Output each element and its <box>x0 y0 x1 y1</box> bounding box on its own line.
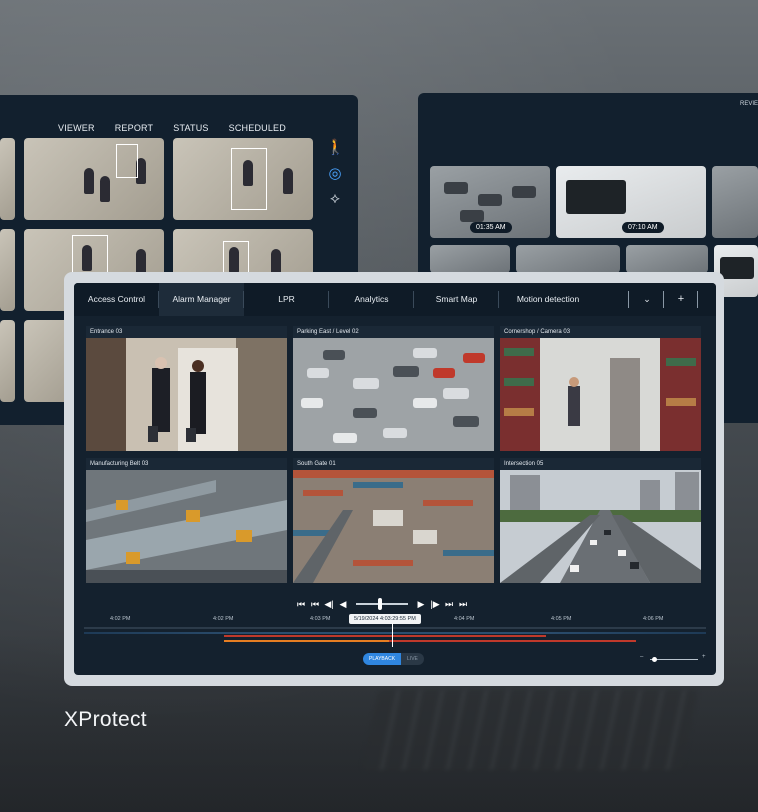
step-forward-icon[interactable]: |▶ <box>428 599 442 610</box>
camera-thumb <box>173 138 313 220</box>
camera-thumb <box>0 138 15 220</box>
camera-thumb: 07:10 AM <box>556 166 706 238</box>
skip-start-icon[interactable]: ⏮ <box>294 599 308 610</box>
camera-feed <box>293 470 494 583</box>
camera-feed <box>86 338 287 451</box>
camera-thumb <box>626 245 708 273</box>
camera-feed <box>500 338 701 451</box>
timestamp-badge: 01:35 AM <box>470 222 512 233</box>
live-mode-button[interactable]: LIVE <box>401 653 424 665</box>
tab-divider <box>697 291 698 308</box>
brand-title: XProtect <box>64 708 147 731</box>
rewind-icon[interactable]: ◀ <box>336 599 350 610</box>
skip-end-icon[interactable]: ⏭ <box>456 599 470 610</box>
tab-analytics[interactable]: Analytics <box>329 283 414 316</box>
tab-report[interactable]: REPORT <box>115 123 154 133</box>
add-tab-button[interactable]: + <box>668 283 694 316</box>
keyboard-image <box>361 690 699 770</box>
timeline-track[interactable] <box>84 632 706 634</box>
step-back-icon[interactable]: ◀| <box>322 599 336 610</box>
camera-label: Parking East / Level 02 <box>293 326 494 338</box>
camera-feed <box>500 470 701 583</box>
camera-thumb <box>24 138 164 220</box>
speed-slider[interactable] <box>356 598 408 610</box>
camera-thumb <box>0 229 15 311</box>
camera-thumb <box>430 245 510 273</box>
camera-thumb: 01:35 AM <box>430 166 550 238</box>
timeline-tick-label: 4:04 PM <box>454 616 475 622</box>
timeline-tick-label: 4:06 PM <box>643 616 664 622</box>
tab-scheduled[interactable]: SCHEDULED <box>229 123 286 133</box>
tab-smart-map[interactable]: Smart Map <box>414 283 499 316</box>
camera-tile[interactable]: Manufacturing Belt 03 <box>86 458 287 583</box>
timeline-zoom: – + <box>640 654 706 663</box>
review-link[interactable]: REVIE <box>740 101 758 107</box>
camera-label: Manufacturing Belt 03 <box>86 458 287 470</box>
tab-status[interactable]: STATUS <box>173 123 208 133</box>
camera-feed <box>293 338 494 451</box>
camera-tile[interactable]: Intersection 05 <box>500 458 701 583</box>
playback-mode-button[interactable]: PLAYBACK <box>363 653 402 665</box>
camera-label: Entrance 03 <box>86 326 287 338</box>
zoom-slider-handle[interactable] <box>652 657 657 662</box>
camera-label: South Gate 01 <box>293 458 494 470</box>
camera-tile[interactable]: Parking East / Level 02 <box>293 326 494 451</box>
zoom-in-button[interactable]: + <box>702 654 706 660</box>
camera-thumb <box>712 166 758 238</box>
playback-controls: ⏮ ⏮ ◀| ◀ ▶ |▶ ⏭ ⏭ <box>294 597 470 611</box>
timeline-event-bar[interactable] <box>224 635 546 637</box>
timestamp-badge: 07:10 AM <box>622 222 664 233</box>
tab-access-control[interactable]: Access Control <box>74 283 159 316</box>
camera-thumb <box>0 320 15 402</box>
timeline-tick-label: 4:05 PM <box>551 616 572 622</box>
camera-tile[interactable]: Cornershop / Camera 03 <box>500 326 701 451</box>
tab-lpr[interactable]: LPR <box>244 283 329 316</box>
tab-divider <box>663 291 664 308</box>
back-panel-tabs: VIEWER REPORT STATUS SCHEDULED <box>58 123 286 133</box>
timeline-event-bar[interactable] <box>224 640 636 642</box>
zoom-slider[interactable] <box>650 659 698 660</box>
camera-tile[interactable]: Entrance 03 <box>86 326 287 451</box>
main-window: Access Control Alarm Manager LPR Analyti… <box>74 283 716 675</box>
timeline-ruler[interactable] <box>84 627 706 629</box>
timeline-tick-label: 4:03 PM <box>310 616 331 622</box>
current-datetime: 5/19/2024 4:03:29:55 PM <box>349 614 421 624</box>
chevron-down-icon[interactable]: ⌄ <box>634 283 660 316</box>
camera-label: Intersection 05 <box>500 458 701 470</box>
tab-motion-detection[interactable]: Motion detection <box>499 283 597 316</box>
timeline-tick-label: 4:02 PM <box>213 616 234 622</box>
camera-feed <box>86 470 287 583</box>
camera-tile[interactable]: South Gate 01 <box>293 458 494 583</box>
face-detect-icon[interactable]: ◎ <box>326 164 344 190</box>
next-frame-icon[interactable]: ⏭ <box>442 599 456 610</box>
tab-alarm-manager[interactable]: Alarm Manager <box>159 283 244 316</box>
tab-divider <box>628 291 629 308</box>
mode-toggle: PLAYBACK LIVE <box>363 653 424 665</box>
zoom-out-button[interactable]: – <box>640 654 643 660</box>
play-icon[interactable]: ▶ <box>414 599 428 610</box>
tab-viewer[interactable]: VIEWER <box>58 123 95 133</box>
prev-frame-icon[interactable]: ⏮ <box>308 599 322 610</box>
camera-label: Cornershop / Camera 03 <box>500 326 701 338</box>
person-walking-icon[interactable]: 🚶 <box>326 138 345 164</box>
timeline-playhead[interactable] <box>392 623 393 647</box>
path-tracking-icon[interactable]: ⟡ <box>326 190 344 216</box>
camera-thumb <box>516 245 620 273</box>
tab-bar: Access Control Alarm Manager LPR Analyti… <box>74 283 716 316</box>
tracking-toolbar: 🚶 ◎ ⟡ <box>326 138 345 216</box>
timeline-tick-label: 4:02 PM <box>110 616 131 622</box>
